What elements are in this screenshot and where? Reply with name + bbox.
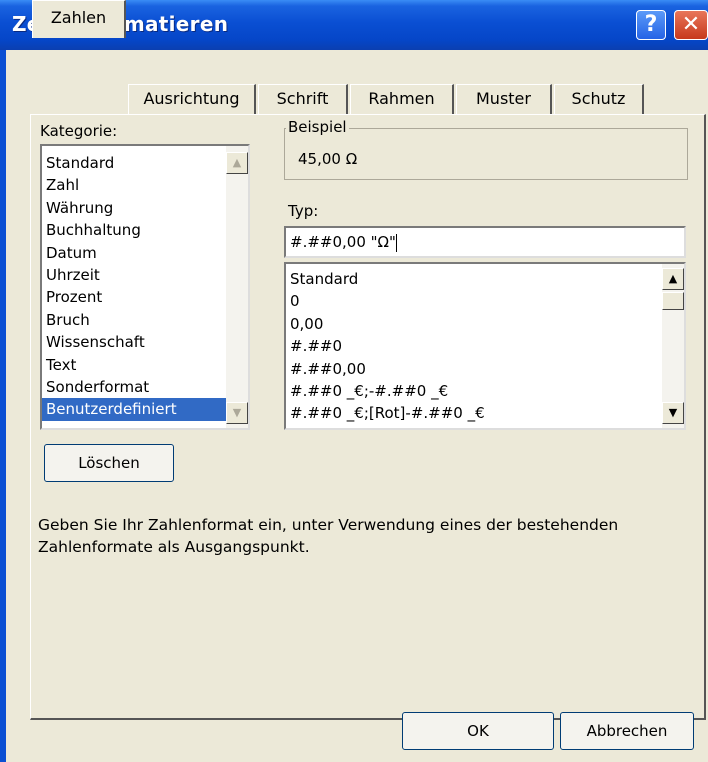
type-item[interactable]: 0,00 xyxy=(286,313,684,335)
scroll-up-icon[interactable]: ▲ xyxy=(226,152,248,174)
cancel-button[interactable]: Abbrechen xyxy=(560,712,694,750)
tab-ausrichtung[interactable]: Ausrichtung xyxy=(128,84,256,114)
category-item[interactable]: Wissenschaft xyxy=(42,331,248,353)
scroll-down-icon[interactable]: ▼ xyxy=(226,402,248,424)
category-item[interactable]: Buchhaltung xyxy=(42,219,248,241)
type-input[interactable]: #.##0,00 "Ω" xyxy=(284,226,686,258)
category-label: Kategorie: xyxy=(40,122,118,140)
type-item[interactable]: #.##0 _€;-#.##0 _€ xyxy=(286,380,684,402)
type-item[interactable]: #.##0 _€;[Rot]-#.##0 _€ xyxy=(286,402,684,424)
type-listbox[interactable]: Standard 0 0,00 #.##0 #.##0,00 #.##0 _€;… xyxy=(284,262,686,430)
category-scrollbar[interactable]: ▲ ▼ xyxy=(226,146,248,428)
category-item[interactable]: Standard xyxy=(42,152,248,174)
category-item[interactable]: Uhrzeit xyxy=(42,264,248,286)
tab-schrift[interactable]: Schrift xyxy=(258,84,348,114)
type-scrollbar[interactable]: ▲ ▼ xyxy=(662,264,684,428)
category-item[interactable]: Datum xyxy=(42,242,248,264)
ok-button[interactable]: OK xyxy=(402,712,554,750)
close-button[interactable]: ✕ xyxy=(674,10,708,40)
help-button[interactable]: ? xyxy=(636,10,666,40)
type-item[interactable]: 0 xyxy=(286,290,684,312)
scroll-up-icon[interactable]: ▲ xyxy=(662,268,684,290)
hint-text: Geben Sie Ihr Zahlenformat ein, unter Ve… xyxy=(38,516,619,556)
tab-schutz[interactable]: Schutz xyxy=(554,84,644,114)
type-item[interactable]: #.##0 xyxy=(286,335,684,357)
format-cells-dialog: Zellen formatieren ? ✕ Zahlen Ausrichtun… xyxy=(0,0,708,762)
type-item[interactable]: Standard xyxy=(286,268,684,290)
category-item-selected[interactable]: Benutzerdefiniert xyxy=(42,398,248,421)
category-item[interactable]: Bruch xyxy=(42,309,248,331)
category-listbox[interactable]: Standard Zahl Währung Buchhaltung Datum … xyxy=(40,144,250,430)
tab-rahmen[interactable]: Rahmen xyxy=(350,84,454,114)
sample-value: 45,00 Ω xyxy=(298,150,358,168)
tab-zahlen[interactable]: Zahlen xyxy=(32,0,126,38)
delete-button[interactable]: Löschen xyxy=(44,444,174,482)
type-label: Typ: xyxy=(288,202,319,220)
scroll-thumb[interactable] xyxy=(662,292,684,310)
type-input-value: #.##0,00 "Ω" xyxy=(290,233,396,251)
category-item[interactable]: Sonderformat xyxy=(42,376,248,398)
type-item[interactable]: #.##0,00 xyxy=(286,358,684,380)
scroll-down-icon[interactable]: ▼ xyxy=(662,402,684,424)
window-border xyxy=(0,50,6,762)
tab-muster[interactable]: Muster xyxy=(456,84,552,114)
category-item[interactable]: Zahl xyxy=(42,174,248,196)
text-caret xyxy=(395,233,397,252)
category-item[interactable]: Prozent xyxy=(42,286,248,308)
category-item[interactable]: Text xyxy=(42,354,248,376)
category-item[interactable]: Währung xyxy=(42,197,248,219)
sample-label: Beispiel xyxy=(286,118,349,136)
